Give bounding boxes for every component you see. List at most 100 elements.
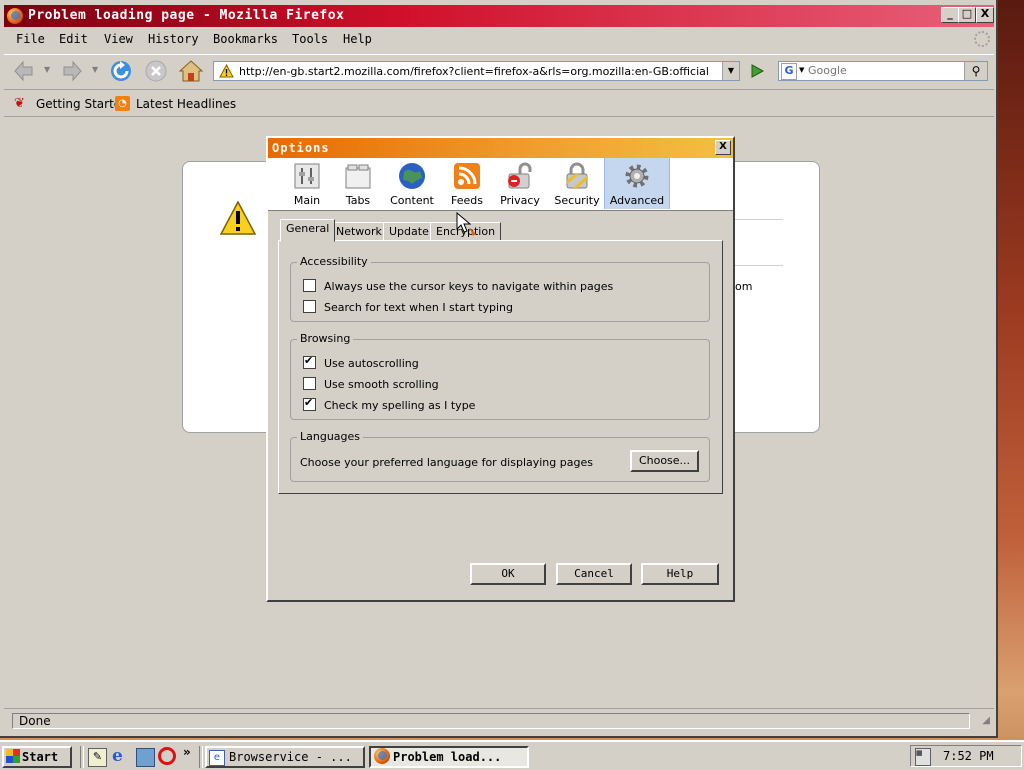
autoscrolling-checkbox[interactable] — [303, 354, 316, 369]
smooth-scrolling-checkbox[interactable] — [303, 377, 316, 390]
menu-view[interactable]: View — [104, 32, 133, 46]
find-as-you-type-checkbox[interactable] — [303, 300, 316, 313]
menu-history[interactable]: History — [148, 32, 199, 46]
help-button[interactable]: Help — [641, 563, 719, 585]
forward-arrow-icon[interactable] — [58, 58, 84, 84]
menubar: File Edit View History Bookmarks Tools H… — [4, 29, 994, 51]
minimize-button[interactable]: _ — [941, 7, 959, 23]
checkbox-spell-check[interactable]: Check my spelling as I type — [303, 396, 475, 412]
window-title: Problem loading page - Mozilla Firefox — [28, 8, 345, 23]
pane-label: Feeds — [451, 194, 483, 207]
ok-button[interactable]: OK — [470, 563, 546, 585]
show-desktop-icon[interactable]: ✎ — [88, 748, 107, 767]
privacy-lock-icon — [508, 162, 532, 189]
firefox-logo-icon — [7, 8, 23, 24]
dialog-close-button[interactable]: X — [715, 140, 731, 155]
taskbar-divider — [80, 746, 84, 768]
pane-tabs[interactable]: Tabs — [334, 158, 382, 209]
home-icon[interactable] — [178, 58, 204, 84]
forward-dropdown-icon[interactable]: ▼ — [92, 65, 98, 74]
status-bar: Done ◢ — [4, 708, 994, 733]
bookmarks-toolbar: ❦ Getting Started ◔ Latest Headlines — [4, 92, 994, 117]
maximize-button[interactable]: □ — [958, 7, 976, 23]
general-tab-panel: Accessibility Always use the cursor keys… — [278, 240, 723, 494]
url-dropdown-icon[interactable]: ▼ — [722, 62, 739, 80]
tabs-pane-icon — [345, 164, 371, 189]
subtab-network[interactable]: Network — [330, 222, 388, 241]
pane-security[interactable]: Security — [548, 158, 606, 209]
opera-icon[interactable] — [158, 747, 176, 765]
pane-advanced[interactable]: Advanced — [604, 158, 670, 209]
start-button[interactable]: Start — [2, 746, 72, 768]
start-label: Start — [22, 750, 59, 764]
mouse-cursor-icon — [456, 212, 476, 236]
group-title: Accessibility — [297, 255, 371, 268]
pane-main[interactable]: Main — [282, 158, 332, 209]
pane-label: Tabs — [345, 194, 371, 207]
taskbar: Start ✎ e » Browservice - ... e Problem … — [0, 740, 1024, 770]
options-dialog: Options X Main Tabs Content Feeds Privac… — [266, 136, 735, 602]
url-text: http://en-gb.start2.mozilla.com/firefox?… — [239, 65, 709, 78]
cancel-button[interactable]: Cancel — [556, 563, 632, 585]
task-firefox[interactable]: Problem load... — [369, 746, 529, 768]
google-engine-icon[interactable]: G — [781, 63, 797, 80]
checkbox-find-as-you-type[interactable]: Search for text when I start typing — [303, 300, 513, 314]
accessibility-group: Accessibility Always use the cursor keys… — [290, 255, 710, 322]
close-button[interactable]: X — [976, 7, 994, 23]
system-tray: ▦ 7:52 PM — [910, 745, 1022, 767]
task-browservice[interactable]: Browservice - ... — [205, 746, 365, 768]
windows-logo-icon — [6, 749, 20, 763]
pane-label: Main — [293, 194, 321, 207]
menu-file[interactable]: File — [16, 32, 45, 46]
go-button-icon[interactable] — [746, 61, 768, 81]
spell-check-checkbox[interactable] — [303, 396, 316, 411]
subtab-general[interactable]: General — [280, 219, 336, 242]
group-title: Languages — [297, 430, 364, 443]
menu-help[interactable]: Help — [343, 32, 372, 46]
back-dropdown-icon[interactable]: ▼ — [44, 65, 50, 74]
clock: 7:52 PM — [943, 749, 994, 763]
security-padlock-icon — [566, 162, 588, 189]
network-icon[interactable] — [136, 748, 155, 767]
internet-explorer-icon[interactable]: e — [112, 747, 130, 765]
pane-privacy[interactable]: Privacy — [494, 158, 546, 209]
checkbox-label: Always use the cursor keys to navigate w… — [324, 280, 614, 293]
pane-label: Advanced — [609, 194, 665, 207]
warning-site-icon — [219, 64, 234, 78]
subtab-update[interactable]: Update — [383, 222, 435, 241]
cursor-keys-checkbox[interactable] — [303, 279, 316, 292]
window-titlebar[interactable]: Problem loading page - Mozilla Firefox _… — [4, 5, 994, 27]
checkbox-autoscrolling[interactable]: Use autoscrolling — [303, 354, 419, 370]
pane-feeds[interactable]: Feeds — [442, 158, 492, 209]
pane-content[interactable]: Content — [384, 158, 440, 209]
menu-edit[interactable]: Edit — [59, 32, 88, 46]
warning-triangle-icon — [219, 200, 257, 235]
search-input[interactable] — [808, 63, 958, 78]
dialog-title: Options — [272, 141, 330, 155]
tray-app-icon[interactable]: ▦ — [915, 748, 931, 766]
choose-languages-button[interactable]: Choose... — [630, 450, 699, 472]
checkbox-smooth-scrolling[interactable]: Use smooth scrolling — [303, 377, 439, 391]
search-bar[interactable]: G ▼ ⚲ — [778, 61, 988, 81]
engine-dropdown-icon[interactable]: ▼ — [799, 66, 804, 74]
menu-tools[interactable]: Tools — [292, 32, 328, 46]
back-arrow-icon[interactable] — [12, 58, 38, 84]
taskbar-overflow-icon[interactable]: » — [183, 745, 191, 759]
dialog-titlebar[interactable]: Options X — [268, 138, 733, 158]
browsing-group: Browsing Use autoscrolling Use smooth sc… — [290, 332, 710, 420]
pane-label: Privacy — [500, 194, 540, 207]
stop-icon[interactable] — [143, 58, 169, 84]
status-text: Done — [12, 713, 970, 729]
bookmark-latest-headlines[interactable]: Latest Headlines — [136, 97, 236, 111]
reload-icon[interactable] — [108, 58, 134, 84]
languages-group: Languages Choose your preferred language… — [290, 430, 710, 482]
checkbox-cursor-keys[interactable]: Always use the cursor keys to navigate w… — [303, 279, 613, 293]
divider — [735, 265, 783, 266]
url-bar[interactable]: http://en-gb.start2.mozilla.com/firefox?… — [213, 61, 740, 81]
checkbox-label: Search for text when I start typing — [324, 301, 513, 314]
search-magnifier-icon[interactable]: ⚲ — [964, 62, 987, 80]
menu-bookmarks[interactable]: Bookmarks — [213, 32, 278, 46]
content-globe-icon — [399, 163, 425, 189]
languages-description: Choose your preferred language for displ… — [300, 456, 593, 469]
resize-grip-icon[interactable]: ◢ — [982, 715, 990, 726]
